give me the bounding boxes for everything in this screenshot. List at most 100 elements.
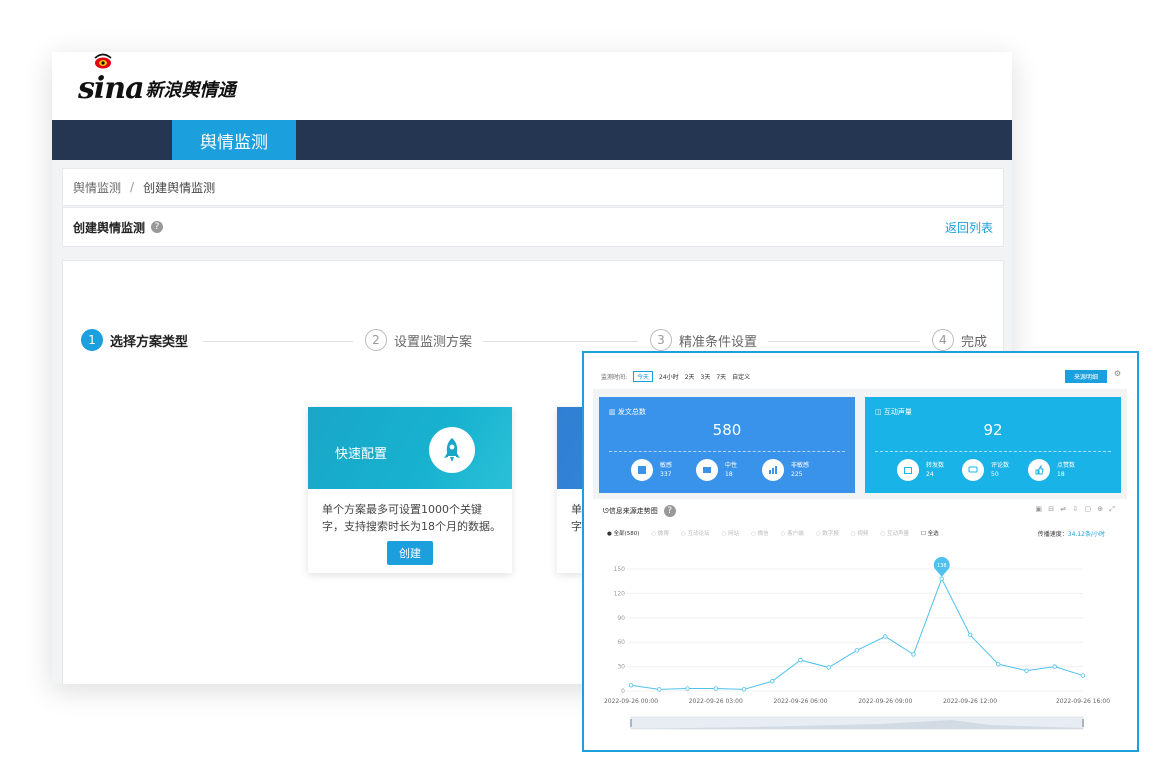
step-connector bbox=[203, 341, 353, 342]
filter-option-3d[interactable]: 3天 bbox=[701, 372, 711, 381]
step-3[interactable]: 3 精准条件设置 bbox=[650, 329, 757, 351]
create-button[interactable]: 创建 bbox=[387, 541, 433, 565]
post-total-card: ▥ 发文总数 580 敏感 337 中性 18 非敏感 225 bbox=[599, 397, 855, 493]
filter-option-7d[interactable]: 7天 bbox=[716, 372, 726, 381]
source-trend-chart: ᘎ 信息来源走势图 ? ▣ ⊟ ⇌ ⇩ ▢ ⊕ ⤢ ● 全部(580) ○ 微博… bbox=[593, 499, 1127, 743]
data-point bbox=[883, 634, 888, 639]
stat-metric: 评论数 50 bbox=[962, 459, 1009, 481]
filter-option-custom[interactable]: 自定义 bbox=[732, 372, 750, 381]
stat-metric: 非敏感 225 bbox=[762, 459, 809, 481]
card-description: 单个方案最多可设置1000个关键 字，支持搜索时长为18个月的数据。 bbox=[308, 489, 512, 535]
metric-name: 评论数 bbox=[991, 462, 1010, 469]
source-detail-button[interactable]: 来源明细 bbox=[1065, 370, 1107, 383]
chart-title: ᘎ 信息来源走势图 ? bbox=[603, 505, 676, 517]
legend-label: 客户端 bbox=[787, 531, 804, 537]
top-nav: 舆情监测 bbox=[52, 120, 1012, 160]
tab-monitoring[interactable]: 舆情监测 bbox=[172, 120, 296, 160]
data-point bbox=[1052, 664, 1057, 669]
legend-label: 微博 bbox=[657, 531, 669, 537]
metric-name: 非敏感 bbox=[791, 462, 810, 469]
interaction-volume-card: ◫ 互动声量 92 转发数 24 评论数 50 点赞数 18 bbox=[865, 397, 1121, 493]
sensitive-icon bbox=[631, 459, 653, 481]
breadcrumb-root[interactable]: 舆情监测 bbox=[73, 179, 121, 196]
card-title: 快速配置 bbox=[335, 447, 388, 462]
chart-title-text: 信息来源走势图 bbox=[608, 507, 658, 515]
help-icon[interactable]: ? bbox=[151, 221, 164, 233]
legend-item[interactable]: ○ 微博 bbox=[651, 529, 675, 537]
share-icon bbox=[897, 459, 919, 481]
step-number: 2 bbox=[365, 329, 387, 351]
metric-value: 337 bbox=[660, 471, 672, 478]
metric-name: 点赞数 bbox=[1057, 462, 1076, 469]
legend-label: 全选 bbox=[927, 531, 939, 537]
card-desc-line: 字，支持搜索时长为18个月的数据。 bbox=[322, 520, 501, 533]
non-sensitive-icon bbox=[762, 459, 784, 481]
stat-metric: 中性 18 bbox=[696, 459, 737, 481]
settings-icon[interactable]: ⚙ bbox=[1114, 369, 1121, 378]
y-tick-label: 0 bbox=[621, 688, 625, 695]
filter-option-2d[interactable]: 2天 bbox=[685, 372, 695, 381]
metric-value: 24 bbox=[926, 471, 934, 478]
step-label: 完成 bbox=[961, 334, 988, 350]
data-point bbox=[798, 657, 803, 663]
dashboard-preview: 监测时间: 今天 24小时 2天 3天 7天 自定义 来源明细 ⚙ ▥ 发文总数… bbox=[582, 351, 1139, 752]
step-2[interactable]: 2 设置监测方案 bbox=[365, 329, 472, 351]
breadcrumb: 舆情监测 / 创建舆情监测 bbox=[62, 168, 1004, 206]
select-all-checkbox[interactable]: ☐ 全选 bbox=[921, 529, 945, 537]
back-to-list-link[interactable]: 返回列表 bbox=[945, 219, 993, 236]
step-4[interactable]: 4 完成 bbox=[932, 329, 987, 351]
data-point bbox=[713, 686, 718, 691]
brand-logo[interactable]: sina 新浪舆情通 bbox=[78, 53, 236, 106]
metric-name: 中性 bbox=[725, 462, 738, 469]
quick-config-card[interactable]: 快速配置 单个方案最多可设置1000个关键 字，支持搜索时长为18个月的数据。 bbox=[308, 407, 512, 573]
filter-option-today[interactable]: 今天 bbox=[633, 370, 654, 382]
metric-value: 18 bbox=[1057, 471, 1065, 478]
step-label: 精准条件设置 bbox=[679, 334, 758, 350]
metric-value: 18 bbox=[725, 471, 733, 478]
stat-title-text: 互动声量 bbox=[883, 408, 912, 416]
chart-plot: 0 30 60 90 120 150 2022-09-26 00:00 2022-09-26 … bbox=[604, 556, 1110, 730]
filter-option-24h[interactable]: 24小时 bbox=[659, 372, 679, 381]
filter-label: 监测时间: bbox=[601, 373, 628, 381]
series-line bbox=[630, 577, 1084, 690]
step-1[interactable]: 1 选择方案类型 bbox=[81, 329, 188, 351]
data-point bbox=[1024, 668, 1029, 673]
logo-latin: sina bbox=[78, 71, 145, 106]
data-point bbox=[628, 683, 634, 688]
page-title: 创建舆情监测 bbox=[73, 220, 146, 235]
y-tick-label: 60 bbox=[617, 639, 625, 646]
legend-item[interactable]: ○ 互动论坛 bbox=[681, 529, 716, 537]
legend-item[interactable]: ○ 网站 bbox=[722, 529, 746, 537]
chart-legend: ● 全部(580) ○ 微博 ○ 互动论坛 ○ 网站 ○ 微信 ○ 客户端 ○ … bbox=[607, 529, 951, 537]
title-bar: 创建舆情监测 ? 返回列表 bbox=[62, 207, 1004, 247]
legend-item[interactable]: ○ 视频 bbox=[851, 529, 875, 537]
x-tick-label: 2022-09-26 03:00 bbox=[689, 698, 743, 705]
help-icon[interactable]: ? bbox=[663, 505, 676, 517]
data-point bbox=[854, 648, 860, 653]
speed-value: 34.12条/小时 bbox=[1067, 531, 1105, 538]
interaction-icon: ◫ bbox=[875, 408, 884, 416]
legend-label: 全部(580) bbox=[613, 531, 640, 537]
legend-item[interactable]: ○ 微信 bbox=[751, 529, 775, 537]
legend-item[interactable]: ● 全部(580) bbox=[607, 529, 645, 537]
legend-item[interactable]: ○ 客户端 bbox=[781, 529, 810, 537]
spread-speed: 传播速度：34.12条/小时 bbox=[1038, 529, 1105, 538]
step-label: 选择方案类型 bbox=[110, 334, 189, 350]
legend-item[interactable]: ○ 互动声量 bbox=[880, 529, 915, 537]
stat-metric: 敏感 337 bbox=[631, 459, 672, 481]
data-point bbox=[741, 687, 747, 692]
data-point bbox=[911, 652, 916, 657]
chart-toolbox[interactable]: ▣ ⊟ ⇌ ⇩ ▢ ⊕ ⤢ bbox=[1035, 505, 1117, 514]
rocket-icon bbox=[429, 427, 475, 473]
data-point bbox=[657, 687, 662, 692]
y-tick-label: 30 bbox=[617, 664, 625, 671]
legend-item[interactable]: ○ 数字报 bbox=[816, 529, 845, 537]
x-tick-label: 2022-09-26 12:00 bbox=[943, 698, 997, 705]
stat-total: 92 bbox=[983, 421, 1003, 439]
metric-value: 225 bbox=[791, 471, 803, 478]
data-point bbox=[770, 679, 775, 684]
legend-label: 视频 bbox=[857, 531, 869, 537]
speed-label: 传播速度： bbox=[1037, 531, 1068, 538]
stat-title: ◫ 互动声量 bbox=[875, 407, 912, 417]
step-number: 4 bbox=[932, 329, 954, 351]
